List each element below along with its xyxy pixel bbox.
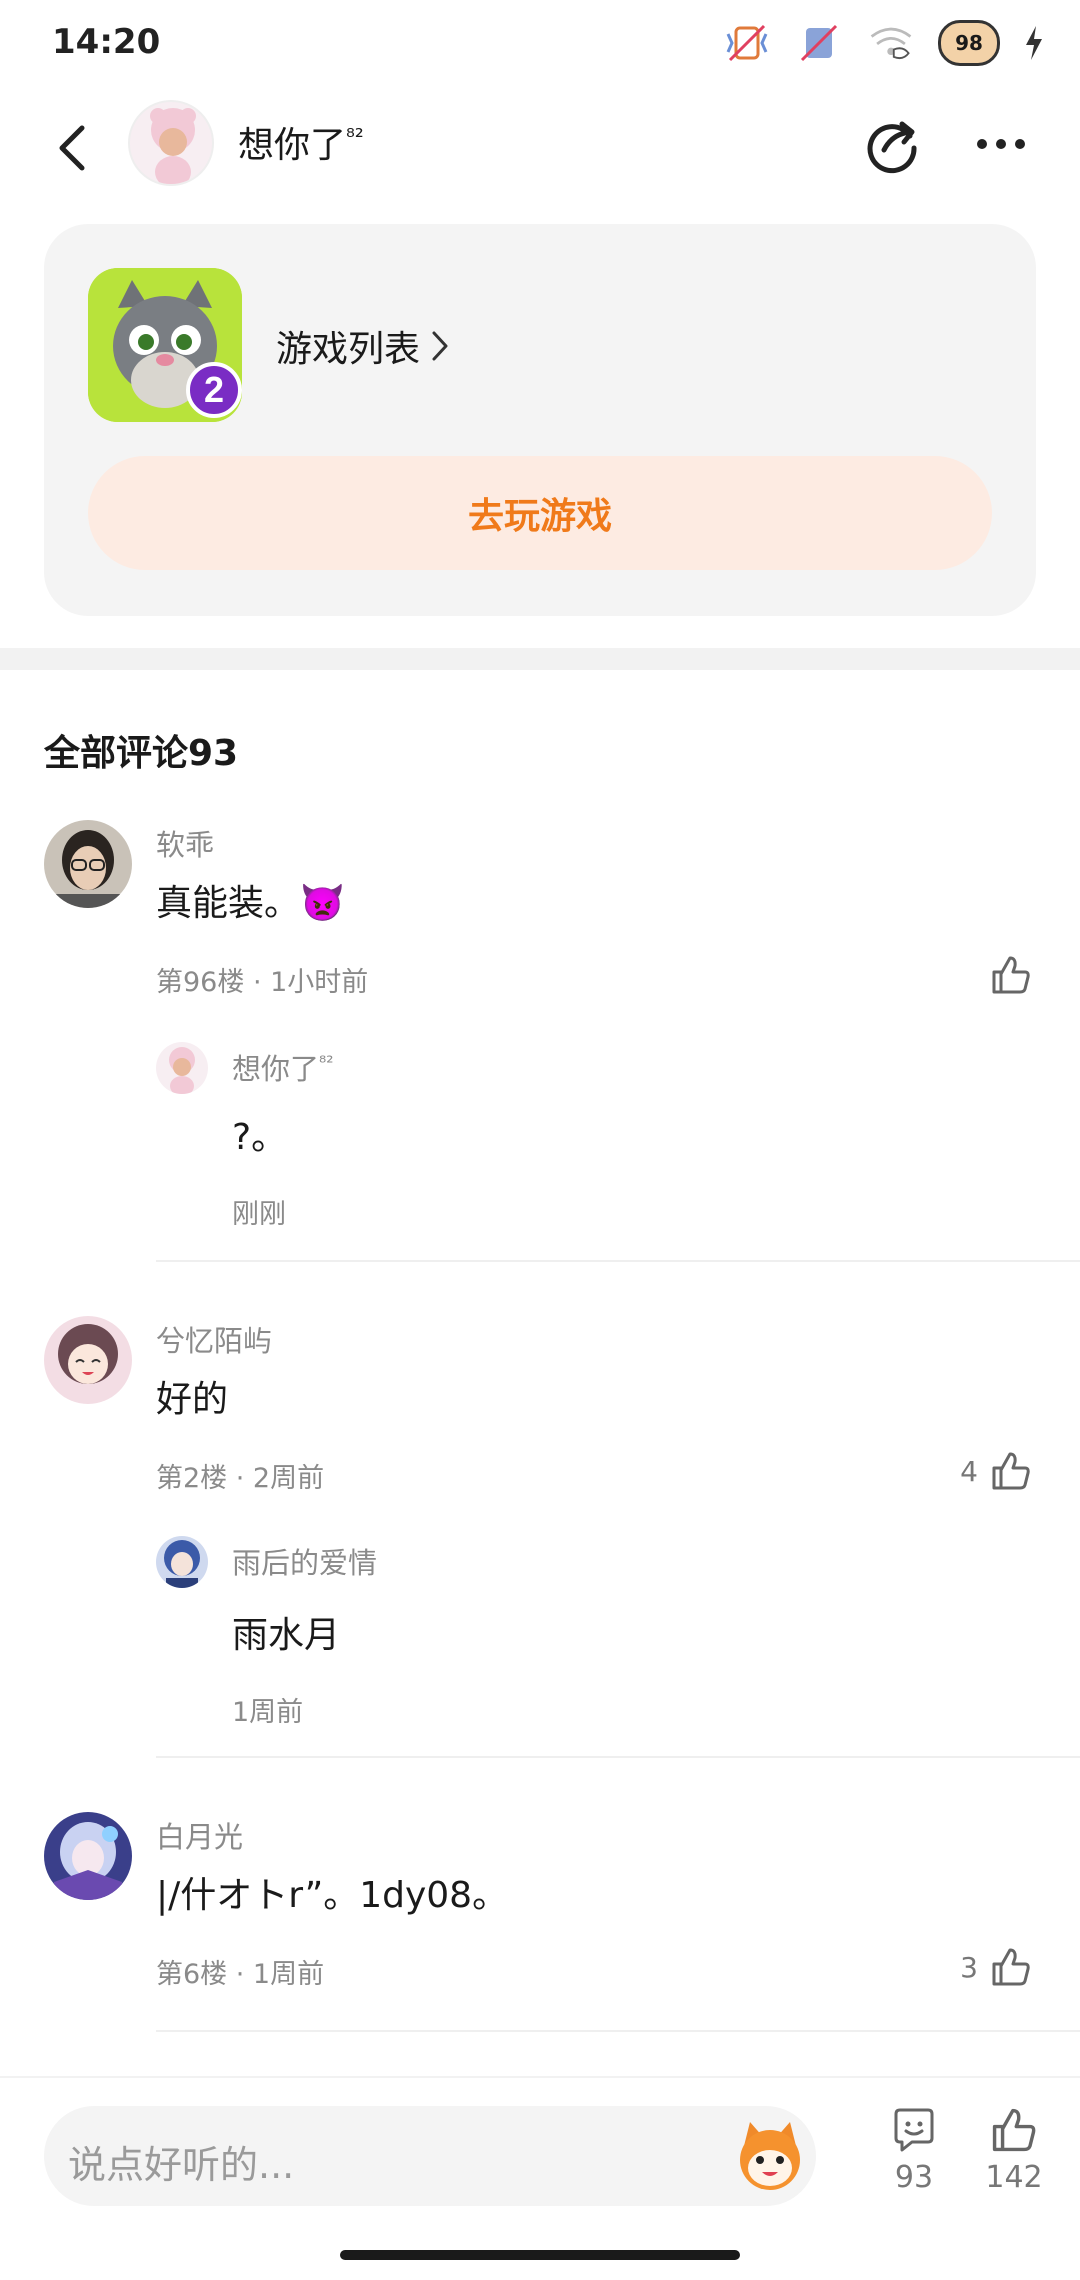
thumbs-up-icon: [992, 956, 1030, 994]
status-time: 14:20: [52, 22, 161, 62]
game-list-link[interactable]: 游戏列表: [276, 320, 450, 372]
thumbs-up-icon: [992, 2108, 1036, 2152]
author-avatar[interactable]: [128, 100, 214, 186]
battery-badge: 98: [938, 20, 1000, 66]
author-name-superscript: ⁸²: [346, 125, 364, 150]
reply-user-name: 想你了: [232, 1052, 320, 1086]
comments-action[interactable]: 93: [874, 2106, 954, 2195]
wifi-icon: [866, 20, 916, 66]
status-bar: 14:20 98: [0, 0, 1080, 88]
comment-meta: 第2楼 · 2周前: [156, 1463, 325, 1494]
share-icon: [867, 121, 917, 174]
like-count: 4: [960, 1454, 978, 1488]
like-button[interactable]: 4: [960, 1450, 1032, 1492]
like-count: 3: [960, 1950, 978, 1984]
commenter-avatar[interactable]: [44, 820, 132, 908]
reply-user[interactable]: 雨后的爱情: [232, 1540, 377, 1582]
reply-text: 雨水月: [232, 1615, 341, 1656]
comment-separator: [156, 1756, 1080, 1758]
reply-avatar[interactable]: [156, 1042, 208, 1094]
author-name-text: 想你了: [238, 125, 347, 166]
header: 想你了⁸²: [0, 96, 1080, 200]
more-dot: [977, 139, 987, 149]
play-game-button[interactable]: 去玩游戏: [88, 456, 992, 570]
like-button[interactable]: [978, 954, 1032, 996]
more-dot: [996, 139, 1006, 149]
reply-time: 刚刚: [232, 1199, 286, 1230]
like-button[interactable]: 3: [960, 1946, 1032, 1988]
comment-input-placeholder: 说点好听的...: [68, 2143, 295, 2187]
bottom-bar-divider: [0, 2076, 1080, 2078]
reply-time: 1周前: [232, 1697, 304, 1728]
comment-separator: [156, 2030, 1080, 2032]
mascot-emoji-icon[interactable]: [730, 2116, 810, 2196]
chevron-right-icon: [432, 331, 448, 361]
comment-count: 93: [894, 2160, 934, 2195]
comment-separator: [156, 1260, 1080, 1262]
comment-meta: 第6楼 · 1周前: [156, 1959, 325, 1990]
vibrate-off-icon: [722, 20, 772, 66]
game-icon[interactable]: 2: [88, 268, 242, 422]
charging-icon: [1022, 20, 1046, 66]
comment-input[interactable]: 说点好听的...: [44, 2106, 816, 2206]
share-button[interactable]: [860, 112, 924, 176]
commenter-name[interactable]: 白月光: [156, 1814, 243, 1856]
like-count-total: 142: [985, 2160, 1043, 2195]
thumbs-up-icon: [992, 1948, 1030, 1986]
comment-bubble-icon: [894, 2108, 934, 2152]
comments-title: 全部评论93: [44, 733, 239, 774]
commenter-name[interactable]: 兮忆陌屿: [156, 1318, 272, 1360]
commenter-avatar[interactable]: [44, 1812, 132, 1900]
back-button[interactable]: [44, 118, 104, 178]
comment-text: |/什オトr”。1dy08。: [156, 1875, 509, 1916]
reply-avatar[interactable]: [156, 1536, 208, 1588]
author-name[interactable]: 想你了⁸²: [238, 116, 364, 168]
more-button[interactable]: [966, 114, 1036, 174]
game-icon-number: 2: [204, 369, 224, 410]
more-dot: [1015, 139, 1025, 149]
reply-user-superscript: ⁸²: [319, 1052, 334, 1074]
reply-user-name: 雨后的爱情: [232, 1546, 378, 1580]
like-post-action[interactable]: 142: [974, 2106, 1054, 2195]
sim-off-icon: [794, 20, 844, 66]
reply-text: ?。: [232, 1117, 288, 1158]
comment-text: 真能装。👿: [156, 883, 345, 924]
status-icons: 98: [722, 20, 1046, 66]
commenter-avatar[interactable]: [44, 1316, 132, 1404]
game-list-label: 游戏列表: [276, 329, 421, 370]
section-divider: [0, 648, 1080, 670]
chevron-left-icon: [59, 125, 85, 171]
home-indicator[interactable]: [340, 2250, 740, 2260]
comment-meta: 第96楼 · 1小时前: [156, 967, 369, 998]
commenter-name[interactable]: 软乖: [156, 822, 214, 864]
reply-user[interactable]: 想你了⁸²: [232, 1046, 333, 1088]
game-card: 2 游戏列表 去玩游戏: [44, 224, 1036, 616]
thumbs-up-icon: [992, 1452, 1030, 1490]
comment-text: 好的: [156, 1379, 229, 1420]
